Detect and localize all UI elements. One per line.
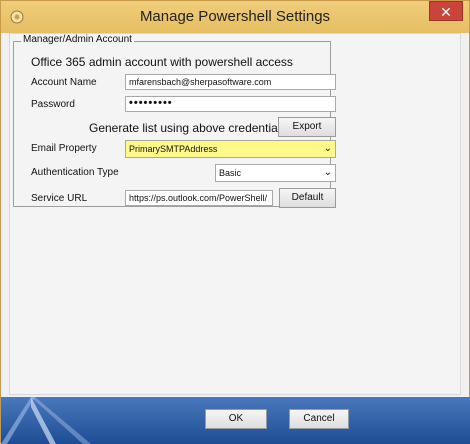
title-bar[interactable]: Manage Powershell Settings ✕ xyxy=(1,1,469,33)
generate-list-text: Generate list using above credentials: xyxy=(89,121,290,135)
account-name-field[interactable]: mfarensbach@sherpasoftware.com xyxy=(125,74,336,90)
group-description: Office 365 admin account with powershell… xyxy=(31,55,293,69)
ok-button[interactable]: OK xyxy=(205,409,267,429)
password-field[interactable]: ••••••••• xyxy=(125,96,336,112)
compass-logo xyxy=(1,397,91,444)
service-url-label: Service URL xyxy=(31,193,88,204)
email-property-value: PrimarySMTPAddress xyxy=(129,144,218,154)
window-title: Manage Powershell Settings xyxy=(139,8,331,25)
export-button[interactable]: Export xyxy=(278,117,336,137)
chevron-down-icon: ⌄ xyxy=(323,143,332,154)
email-property-dropdown[interactable]: PrimarySMTPAddress ⌄ xyxy=(125,140,336,158)
auth-type-value: Basic xyxy=(219,168,242,178)
password-label: Password xyxy=(31,99,75,110)
close-button[interactable]: ✕ xyxy=(429,1,463,21)
auth-type-dropdown[interactable]: Basic ⌄ xyxy=(215,164,336,182)
email-property-label: Email Property xyxy=(31,143,97,154)
account-name-label: Account Name xyxy=(31,77,97,88)
service-url-field[interactable]: https://ps.outlook.com/PowerShell/ xyxy=(125,190,273,206)
cancel-button[interactable]: Cancel xyxy=(289,409,349,429)
auth-type-label: Authentication Type xyxy=(31,167,119,178)
default-button[interactable]: Default xyxy=(279,188,336,208)
chevron-down-icon: ⌄ xyxy=(323,167,332,178)
group-legend: Manager/Admin Account xyxy=(21,34,134,45)
settings-window: Manage Powershell Settings ✕ Manager/Adm… xyxy=(0,0,470,444)
